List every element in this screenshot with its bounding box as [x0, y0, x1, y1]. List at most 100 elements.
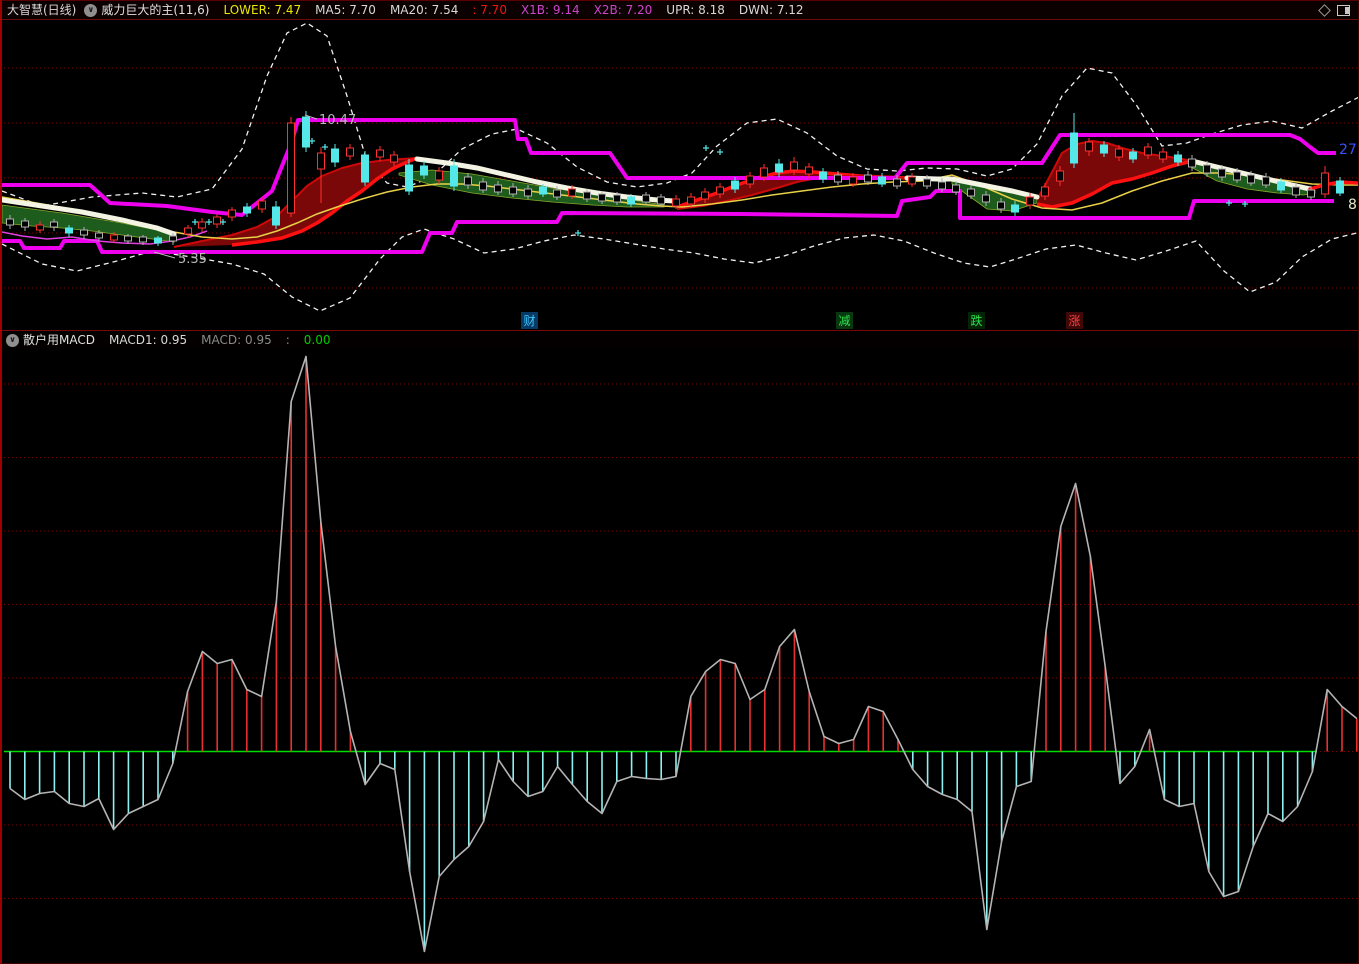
candle [968, 189, 975, 196]
candle [820, 172, 827, 179]
candle [1189, 159, 1196, 167]
signal-marker: 涨 [1068, 313, 1080, 328]
candle [1130, 152, 1137, 159]
candle [643, 195, 650, 202]
indicator-value: X1B: 9.14 [521, 3, 580, 17]
candle [747, 176, 754, 184]
indicator-value: UPR: 8.18 [666, 3, 725, 17]
macd-chart-canvas[interactable] [2, 349, 1359, 964]
main-indicator-values: LOWER: 7.47MA5: 7.70MA20: 7.54: 7.70X1B:… [209, 1, 803, 19]
indicator-value: MA5: 7.70 [315, 3, 376, 17]
candle [406, 165, 413, 191]
candle [953, 185, 960, 192]
candle [1012, 205, 1019, 212]
candle [465, 177, 472, 185]
app-window: 大智慧(日线) ∨ 威力巨大的主(11,6) LOWER: 7.47 MA5: 7… [0, 0, 1359, 964]
candle [1219, 169, 1226, 177]
candle [495, 185, 502, 192]
candle [569, 189, 576, 196]
candle [1278, 182, 1285, 190]
candle [924, 179, 931, 186]
candle [51, 222, 58, 227]
candle [1116, 149, 1123, 157]
candle [998, 202, 1005, 209]
candle [244, 207, 251, 213]
candle [658, 197, 665, 204]
indicator-value: DWN: 7.12 [739, 3, 804, 17]
candle [835, 175, 842, 182]
candle [125, 236, 132, 241]
window-icon[interactable] [1337, 5, 1350, 16]
candle [303, 117, 310, 147]
candle [96, 233, 103, 238]
candle [1337, 181, 1344, 193]
macd-header: ∨ 散户用MACD MACD1: 0.95MACD: 0.95:0.00 [2, 330, 1358, 349]
candle [37, 225, 44, 230]
candle [81, 230, 88, 235]
indicator-value: MA20: 7.54 [390, 3, 458, 17]
chevron-down-icon: ∨ [9, 336, 16, 344]
candle [761, 168, 768, 177]
candle [879, 177, 886, 184]
price-chart-canvas[interactable]: 10.475.35278财减跌涨 [2, 20, 1359, 330]
candle [732, 181, 739, 189]
candle [1308, 190, 1315, 197]
candle [332, 149, 339, 162]
candle [1057, 171, 1064, 181]
candle [702, 192, 709, 199]
candle [170, 236, 177, 241]
candle [1293, 187, 1300, 195]
main-indicator-name: 威力巨大的主(11,6) [101, 1, 209, 19]
candle [421, 166, 428, 175]
candle [1263, 177, 1270, 185]
candle [288, 123, 295, 213]
candle [1071, 133, 1078, 163]
candle [673, 199, 680, 206]
candle [140, 237, 147, 242]
collapse-main-indicator-icon[interactable]: ∨ [84, 4, 97, 17]
candle [273, 207, 280, 225]
macd-envelope-line [10, 357, 1357, 952]
diamond-icon[interactable] [1318, 4, 1331, 17]
candle [717, 187, 724, 194]
candle [983, 195, 990, 202]
app-title: 大智慧(日线) [7, 1, 76, 19]
candle [554, 190, 561, 197]
price-annotation: 5.35 [178, 252, 207, 267]
candle [1234, 172, 1241, 180]
signal-marker: 减 [838, 314, 850, 328]
candle [1042, 187, 1049, 196]
candle [1248, 175, 1255, 183]
candle [584, 192, 591, 199]
candle [111, 235, 118, 240]
candle [259, 201, 266, 209]
candle [362, 155, 369, 182]
candle [1160, 152, 1167, 159]
candle [391, 155, 398, 162]
indicator-value: LOWER: 7.47 [223, 3, 301, 17]
candle [510, 187, 517, 194]
chevron-down-icon: ∨ [88, 6, 95, 14]
candle [1101, 145, 1108, 153]
candle [1204, 165, 1211, 173]
price-annotation: 27 [1339, 142, 1357, 158]
candle [377, 150, 384, 157]
macd-values: MACD1: 0.95MACD: 0.95:0.00 [95, 331, 331, 349]
indicator-value: MACD: 0.95 [201, 333, 272, 347]
candle [451, 166, 458, 186]
indicator-value: : [286, 333, 290, 347]
candle [1175, 155, 1182, 162]
candle [7, 219, 14, 225]
macd-panel [2, 349, 1358, 964]
candle [614, 195, 621, 202]
collapse-macd-icon[interactable]: ∨ [6, 334, 19, 347]
candle [850, 177, 857, 184]
signal-marker: 跌 [970, 313, 982, 328]
candle [22, 221, 29, 227]
candle [155, 238, 162, 243]
candle [628, 197, 635, 204]
titlebar-buttons [1320, 5, 1350, 16]
candle [214, 217, 221, 224]
candle [806, 167, 813, 174]
price-chart-panel: 10.475.35278财减跌涨 [2, 20, 1358, 330]
